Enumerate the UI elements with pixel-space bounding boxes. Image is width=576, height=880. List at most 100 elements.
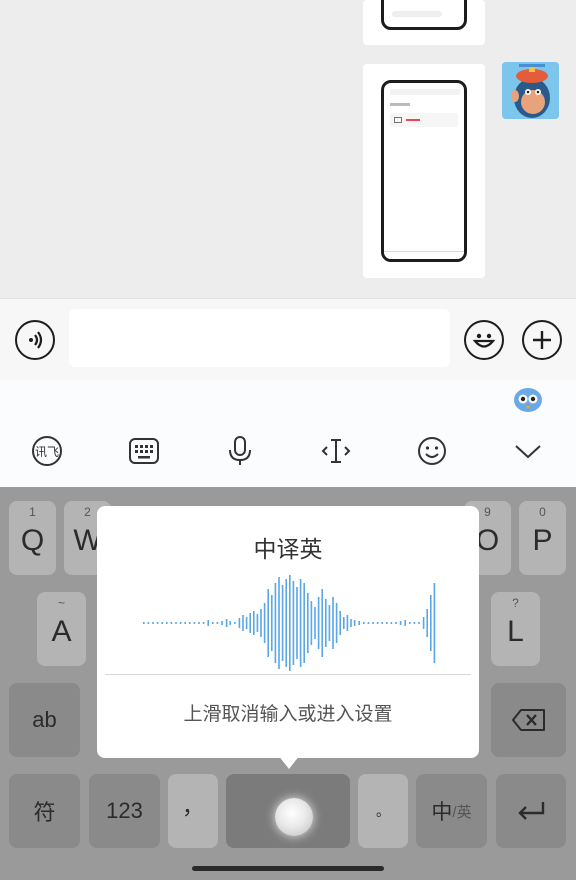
emoji-button[interactable] xyxy=(464,320,504,360)
popup-divider xyxy=(105,674,471,675)
waveform-bar xyxy=(147,622,150,624)
waveform-bar xyxy=(242,615,244,631)
key-l[interactable]: ? L xyxy=(491,592,540,666)
waveform-bar xyxy=(202,622,205,624)
keyboard-button[interactable] xyxy=(127,434,161,468)
waveform-bar xyxy=(274,583,277,663)
plus-button[interactable] xyxy=(522,320,562,360)
waveform-bar xyxy=(267,589,269,657)
waveform-bar xyxy=(399,621,402,625)
waveform-bar xyxy=(346,615,349,631)
waveform-bar xyxy=(343,617,345,629)
voice-button[interactable] xyxy=(15,320,55,360)
waveform-bar xyxy=(321,589,323,657)
waveform-bar xyxy=(307,593,309,653)
collapse-keyboard-button[interactable] xyxy=(511,434,545,468)
chat-input-bar xyxy=(0,298,576,380)
image-message-2[interactable] xyxy=(363,64,485,278)
key-l-main: L xyxy=(507,615,524,648)
waveform-bar xyxy=(299,579,302,667)
language-sub-label: /英 xyxy=(452,803,472,821)
key-l-sub: ? xyxy=(512,596,519,610)
number-key-label: 123 xyxy=(106,798,143,823)
waveform-bar xyxy=(358,621,360,625)
waveform-bar xyxy=(376,622,379,624)
voice-icon xyxy=(29,331,43,349)
waveform-bar xyxy=(249,613,251,633)
backspace-key[interactable] xyxy=(491,683,566,757)
key-p-main: P xyxy=(532,524,553,557)
waveform-bar xyxy=(166,622,168,624)
shift-key[interactable]: ab xyxy=(9,683,80,757)
waveform-bar xyxy=(285,579,287,667)
period-key[interactable]: 。 xyxy=(358,774,408,848)
mascot-icon[interactable] xyxy=(512,384,544,414)
backspace-icon xyxy=(511,709,545,731)
waveform-bar xyxy=(303,583,305,663)
key-q[interactable]: 1 Q xyxy=(9,501,56,575)
waveform-bar xyxy=(143,622,145,624)
xunfei-logo-button[interactable]: 讯飞 xyxy=(30,434,64,468)
image-message-1[interactable] xyxy=(363,0,485,45)
waveform-bar xyxy=(292,581,295,665)
waveform-bar xyxy=(314,607,316,639)
waveform-bar xyxy=(207,620,209,626)
waveform-bar xyxy=(253,611,255,635)
waveform-bar xyxy=(170,622,173,624)
waveform-bar xyxy=(339,611,341,635)
waveform-bar xyxy=(234,622,236,624)
symbol-key[interactable]: 符 xyxy=(9,774,80,848)
waveform-bar xyxy=(422,617,425,629)
period-key-label: 。 xyxy=(376,803,390,819)
waveform-bar xyxy=(350,619,352,627)
waveform-bar xyxy=(221,621,223,625)
key-a-sub: ~ xyxy=(57,596,65,610)
key-a[interactable]: ~ A xyxy=(37,592,86,666)
voice-input-button[interactable] xyxy=(223,434,257,468)
waveform-bar xyxy=(152,622,154,624)
waveform-bar xyxy=(229,621,231,625)
comma-key[interactable]: ， xyxy=(168,774,218,848)
enter-key[interactable] xyxy=(496,774,566,848)
plus-icon xyxy=(533,331,551,349)
waveform-bar xyxy=(433,583,436,663)
chevron-down-icon xyxy=(515,445,541,459)
waveform-bar xyxy=(271,595,273,651)
waveform-bar xyxy=(386,622,388,624)
waveform-bar xyxy=(260,609,262,637)
waveform-bar xyxy=(325,599,327,647)
emoji-icon xyxy=(472,333,496,348)
emoji-panel-button[interactable] xyxy=(415,434,449,468)
avatar[interactable] xyxy=(502,62,559,119)
waveform-bar xyxy=(372,622,374,624)
waveform-bar xyxy=(328,605,331,641)
voice-translate-popup: 中译英 上滑取消输入或进入设置 xyxy=(97,506,479,758)
waveform-bar xyxy=(212,622,214,624)
waveform-bar xyxy=(363,622,365,624)
waveform-bar xyxy=(193,622,196,624)
waveform-bar xyxy=(430,595,432,651)
waveform-bar xyxy=(289,575,291,671)
enter-icon xyxy=(518,802,545,820)
key-p[interactable]: 0 P xyxy=(519,501,566,575)
number-key[interactable]: 123 xyxy=(89,774,160,848)
keyboard-icon xyxy=(129,438,159,464)
waveform-bar xyxy=(296,587,298,659)
cursor-move-button[interactable] xyxy=(319,434,353,468)
waveform-bar xyxy=(317,597,320,649)
ime-toolbar: 讯飞 xyxy=(0,380,576,487)
phone-screenshot-thumbnail xyxy=(381,0,467,30)
waveform-bar xyxy=(256,614,259,632)
language-switch-key[interactable]: 中 /英 xyxy=(416,774,487,848)
popup-title: 中译英 xyxy=(253,537,323,563)
key-a-main: A xyxy=(51,615,72,648)
waveform-bar xyxy=(367,622,370,624)
key-p-sub: 0 xyxy=(539,505,546,519)
waveform-bar xyxy=(216,622,219,624)
message-input[interactable] xyxy=(69,309,450,367)
waveform-bar xyxy=(175,622,177,624)
waveform-bar xyxy=(395,622,397,624)
waveform-bar xyxy=(404,620,406,626)
waveform-bar xyxy=(161,622,163,624)
waveform-bar xyxy=(335,603,338,643)
